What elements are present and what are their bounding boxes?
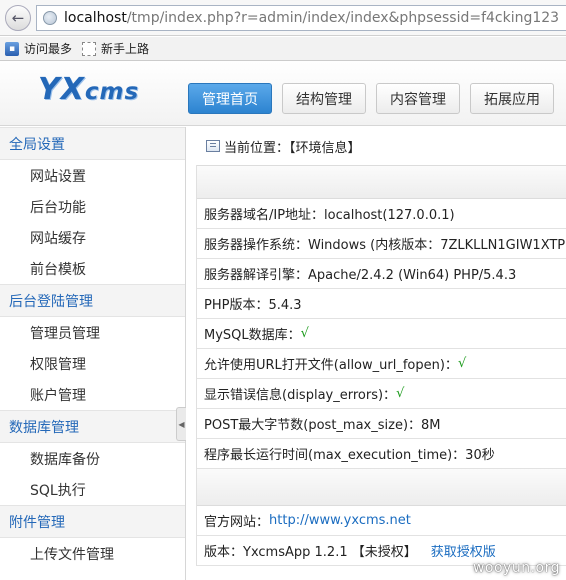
website-link[interactable]: http://www.yxcms.net (269, 513, 411, 528)
row-text: 允许使用URL打开文件(allow_url_fopen)： (204, 358, 458, 373)
section-header (197, 469, 566, 506)
logo-text: YX (38, 72, 85, 107)
check-mark: √ (300, 326, 309, 341)
back-icon[interactable]: ← (5, 5, 31, 31)
environment-info-table: 服务器域名/IP地址：localhost(127.0.0.1) 服务器操作系统：… (196, 165, 566, 566)
sidebar-item-accounts[interactable]: 账户管理 (0, 379, 185, 410)
main-content: 当前位置：【环境信息】 服务器域名/IP地址：localhost(127.0.0… (196, 127, 566, 580)
window-icon (206, 140, 220, 152)
sidebar-item-site-settings[interactable]: 网站设置 (0, 160, 185, 191)
row-text: 显示错误信息(display_errors)： (204, 388, 397, 403)
row-text: MySQL数据库： (204, 328, 301, 343)
bookmark-label: 新手上路 (101, 42, 150, 56)
bookmark-page-icon (82, 41, 97, 56)
bookmark-label: 访问最多 (24, 42, 73, 56)
row-text: 程序最长运行时间(max_execution_time)：30秒 (204, 448, 495, 463)
table-row: 服务器操作系统：Windows (内核版本：7ZLKLLN1GIW1XTP) (197, 229, 566, 259)
row-text: 服务器域名/IP地址：localhost(127.0.0.1) (204, 208, 455, 223)
logo-text-small: cms (84, 79, 140, 105)
sidebar-item-frontend-templates[interactable]: 前台模板 (0, 253, 185, 284)
check-mark: √ (396, 386, 405, 401)
sidebar-item-backend-features[interactable]: 后台功能 (0, 191, 185, 222)
watermark: wooyun.org (472, 560, 560, 576)
breadcrumb: 当前位置：【环境信息】 (196, 127, 566, 165)
bookmarks-bar: ▪ 访问最多 新手上路 (0, 37, 566, 61)
table-row: 服务器解译引擎：Apache/2.4.2 (Win64) PHP/5.4.3 (197, 259, 566, 289)
get-license-link[interactable]: 获取授权版 (431, 541, 496, 560)
sidebar: 全局设置 网站设置 后台功能 网站缓存 前台模板 后台登陆管理 管理员管理 权限… (0, 127, 186, 580)
table-header (197, 165, 566, 199)
sidebar-item-admin-management[interactable]: 管理员管理 (0, 317, 185, 348)
table-row: MySQL数据库： √ (197, 319, 566, 349)
tab-admin-home[interactable]: 管理首页 (188, 83, 272, 114)
table-row: POST最大字节数(post_max_size)：8M (197, 409, 566, 439)
row-text: 服务器解译引擎：Apache/2.4.2 (Win64) PHP/5.4.3 (204, 268, 517, 283)
sidebar-item-site-cache[interactable]: 网站缓存 (0, 222, 185, 253)
sidebar-group-attachments[interactable]: 附件管理 (0, 505, 185, 538)
tab-extensions[interactable]: 拓展应用 (470, 83, 554, 114)
app-header: YXcms 管理首页 结构管理 内容管理 拓展应用 (0, 62, 566, 126)
tab-structure[interactable]: 结构管理 (282, 83, 366, 114)
browser-address-bar: ← localhost/tmp/index.php?r=admin/index/… (0, 0, 566, 36)
breadcrumb-text: 当前位置：【环境信息】 (224, 140, 361, 156)
version-label: 版本：YxcmsApp 1.2.1 【未授权】 (204, 545, 417, 560)
row-text: PHP版本：5.4.3 (204, 298, 302, 313)
check-mark: √ (457, 356, 467, 371)
row-text: POST最大字节数(post_max_size)：8M (204, 418, 441, 433)
table-row-website: 官方网站： http://www.yxcms.net (197, 506, 566, 536)
table-row: 允许使用URL打开文件(allow_url_fopen)： √ (197, 349, 566, 379)
sidebar-group-global-settings[interactable]: 全局设置 (0, 127, 185, 160)
yxcms-logo[interactable]: YXcms (38, 72, 139, 107)
sidebar-item-permissions[interactable]: 权限管理 (0, 348, 185, 379)
bookmark-getting-started[interactable]: 新手上路 (82, 40, 149, 57)
bookmark-most-visited[interactable]: ▪ 访问最多 (5, 40, 72, 57)
top-navigation: 管理首页 结构管理 内容管理 拓展应用 (188, 83, 564, 114)
table-row: 显示错误信息(display_errors)： √ (197, 379, 566, 409)
tab-content[interactable]: 内容管理 (376, 83, 460, 114)
sidebar-item-sql-exec[interactable]: SQL执行 (0, 474, 185, 505)
table-row: 程序最长运行时间(max_execution_time)：30秒 (197, 439, 566, 469)
sidebar-group-login-management[interactable]: 后台登陆管理 (0, 284, 185, 317)
sidebar-group-database[interactable]: 数据库管理 (0, 410, 185, 443)
sidebar-item-uploads[interactable]: 上传文件管理 (0, 538, 185, 569)
sidebar-item-db-backup[interactable]: 数据库备份 (0, 443, 185, 474)
website-label: 官方网站： (204, 515, 270, 530)
url-input[interactable]: localhost/tmp/index.php?r=admin/index/in… (36, 5, 566, 31)
table-row: 服务器域名/IP地址：localhost(127.0.0.1) (197, 199, 566, 229)
bookmark-folder-icon: ▪ (5, 41, 19, 56)
row-text: 服务器操作系统：Windows (内核版本：7ZLKLLN1GIW1XTP) (204, 238, 566, 253)
url-path: /tmp/index.php?r=admin/index/index&phpse… (126, 10, 560, 26)
table-row: PHP版本：5.4.3 (197, 289, 566, 319)
globe-icon (43, 11, 57, 25)
sidebar-collapse-icon[interactable]: ◀ (176, 407, 186, 441)
url-host: localhost (64, 10, 127, 26)
